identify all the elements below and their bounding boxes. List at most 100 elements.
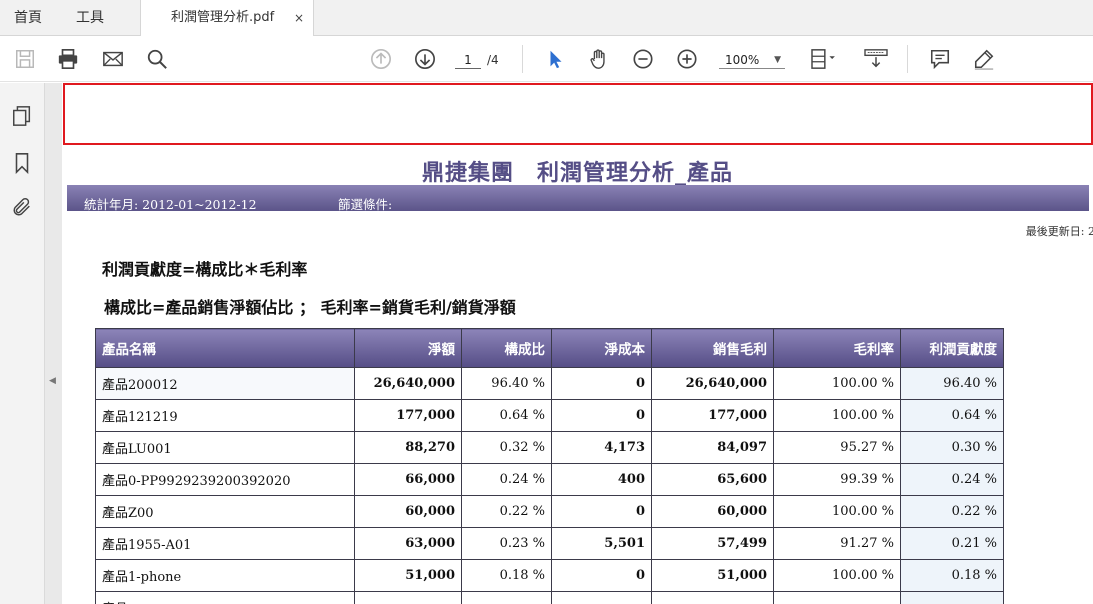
tab-tools[interactable]: 工具 — [76, 0, 104, 36]
product-name-cell: 產品0-PP9929239200392020 — [95, 463, 355, 496]
cost-cell: 4,173 — [551, 431, 652, 464]
product-name-cell: 產品Z00 — [95, 495, 355, 528]
net-cell: 177,000 — [354, 399, 462, 432]
gross-cell: 51,000 — [651, 559, 774, 592]
net-cell: 60,000 — [354, 495, 462, 528]
email-icon[interactable] — [101, 47, 125, 71]
report-info-band: 統計年月: 2012-01~2012-12 篩選條件: — [67, 185, 1089, 212]
contribution-cell: 0.64 % — [900, 399, 1004, 432]
document-page: 鼎捷集團 利潤管理分析_產品 統計年月: 2012-01~2012-12 篩選條… — [62, 83, 1093, 604]
page-number-input[interactable]: 1 — [455, 51, 481, 69]
product-name-cell: 產品121219 — [95, 399, 355, 432]
net-cell: 66,000 — [354, 463, 462, 496]
select-cursor-icon[interactable] — [544, 47, 568, 71]
product-name-cell: 產品 — [95, 591, 355, 604]
page-total: /4 — [487, 53, 499, 67]
gross-cell: 57,499 — [651, 527, 774, 560]
table-row: 產品121219 177,000 0.64 % 0 177,000 100.00… — [95, 399, 1004, 432]
toolbar-divider — [522, 45, 523, 73]
product-name-cell: 產品1955-A01 — [95, 527, 355, 560]
column-header: 淨額 — [354, 328, 462, 368]
gross-cell: 177,000 — [651, 399, 774, 432]
ratio-cell: 96.40 % — [461, 367, 552, 400]
cost-cell: 0 — [551, 495, 652, 528]
tab-document[interactable]: 利潤管理分析.pdf × — [140, 0, 314, 37]
gross-cell: 26,640,000 — [651, 367, 774, 400]
column-header: 銷售毛利 — [651, 328, 774, 368]
margin-cell: 100.00 % — [773, 367, 901, 400]
cost-cell: 5,501 — [551, 527, 652, 560]
table-row: 產品200012 26,640,000 96.40 % 0 26,640,000… — [95, 367, 1004, 400]
formula-contribution: 利潤貢獻度=構成比＊毛利率 — [102, 260, 308, 279]
contribution-cell — [900, 591, 1004, 604]
cost-cell: 0 — [551, 367, 652, 400]
zoom-select[interactable]: 100% ▼ — [719, 51, 785, 69]
product-name-cell: 產品1-phone — [95, 559, 355, 592]
gross-cell: 60,000 — [651, 495, 774, 528]
sidebar-gutter — [45, 83, 62, 604]
zoom-value: 100% — [725, 53, 760, 67]
cost-cell: 400 — [551, 463, 652, 496]
pages-icon[interactable] — [11, 105, 35, 129]
page-down-icon[interactable] — [413, 47, 437, 71]
filter-label: 篩選條件: — [338, 197, 393, 212]
sign-icon[interactable] — [972, 47, 996, 71]
report-title: 鼎捷集團 利潤管理分析_產品 — [421, 161, 733, 186]
contribution-cell: 0.30 % — [900, 431, 1004, 464]
table-row: 產品Z00 60,000 0.22 % 0 60,000 100.00 % 0.… — [95, 495, 1004, 528]
ratio-cell: 0.22 % — [461, 495, 552, 528]
cost-cell — [551, 591, 652, 604]
page-fit-icon[interactable] — [806, 47, 840, 71]
print-icon[interactable] — [56, 47, 80, 71]
scroll-mode-icon[interactable] — [862, 47, 890, 71]
column-header: 利潤貢獻度 — [900, 328, 1004, 368]
formula-ratio: 構成比=產品銷售淨額佔比 ； 毛利率=銷貨毛利/銷貨淨額 — [104, 298, 516, 317]
tab-home[interactable]: 首頁 — [14, 0, 42, 36]
net-cell: 26,640,000 — [354, 367, 462, 400]
save-icon[interactable] — [13, 47, 37, 71]
search-icon[interactable] — [145, 47, 169, 71]
left-sidebar — [0, 83, 45, 604]
column-header: 毛利率 — [773, 328, 901, 368]
attachment-icon[interactable] — [11, 196, 35, 220]
contribution-cell: 0.18 % — [900, 559, 1004, 592]
ratio-cell — [461, 591, 552, 604]
last-updated-label: 最後更新日: 2 — [1025, 225, 1093, 238]
highlight-box — [63, 83, 1093, 145]
profit-table: 產品名稱 淨額 構成比 淨成本 銷售毛利 毛利率 利潤貢獻度 產品200012 … — [95, 328, 1004, 604]
margin-cell: 100.00 % — [773, 399, 901, 432]
zoom-in-icon[interactable] — [675, 47, 699, 71]
tab-bar: 首頁 工具 利潤管理分析.pdf × — [0, 0, 1093, 37]
page-up-icon[interactable] — [369, 47, 393, 71]
period-label: 統計年月: 2012-01~2012-12 — [84, 197, 257, 212]
contribution-cell: 0.22 % — [900, 495, 1004, 528]
contribution-cell: 0.21 % — [900, 527, 1004, 560]
margin-cell: 95.27 % — [773, 431, 901, 464]
contribution-cell: 0.24 % — [900, 463, 1004, 496]
close-tab-icon[interactable]: × — [294, 0, 304, 36]
ratio-cell: 0.24 % — [461, 463, 552, 496]
net-cell: 63,000 — [354, 527, 462, 560]
net-cell: 51,000 — [354, 559, 462, 592]
margin-cell: 91.27 % — [773, 527, 901, 560]
column-header: 構成比 — [461, 328, 552, 368]
margin-cell: 100.00 % — [773, 559, 901, 592]
margin-cell: 99.39 % — [773, 463, 901, 496]
contribution-cell: 96.40 % — [900, 367, 1004, 400]
table-row: 產品 — [95, 591, 1004, 604]
bookmark-icon[interactable] — [11, 152, 35, 176]
column-header: 產品名稱 — [95, 328, 355, 368]
zoom-out-icon[interactable] — [631, 47, 655, 71]
gross-cell: 84,097 — [651, 431, 774, 464]
toolbar: 1 /4 100% ▼ — [0, 36, 1093, 82]
table-row: 產品LU001 88,270 0.32 % 4,173 84,097 95.27… — [95, 431, 1004, 464]
table-row: 產品0-PP9929239200392020 66,000 0.24 % 400… — [95, 463, 1004, 496]
column-header: 淨成本 — [551, 328, 652, 368]
collapse-sidebar-icon[interactable]: ◀ — [49, 376, 56, 386]
comment-icon[interactable] — [928, 47, 952, 71]
product-name-cell: 產品200012 — [95, 367, 355, 400]
toolbar-divider — [907, 45, 908, 73]
gross-cell — [651, 591, 774, 604]
net-cell: 88,270 — [354, 431, 462, 464]
hand-icon[interactable] — [587, 47, 611, 71]
